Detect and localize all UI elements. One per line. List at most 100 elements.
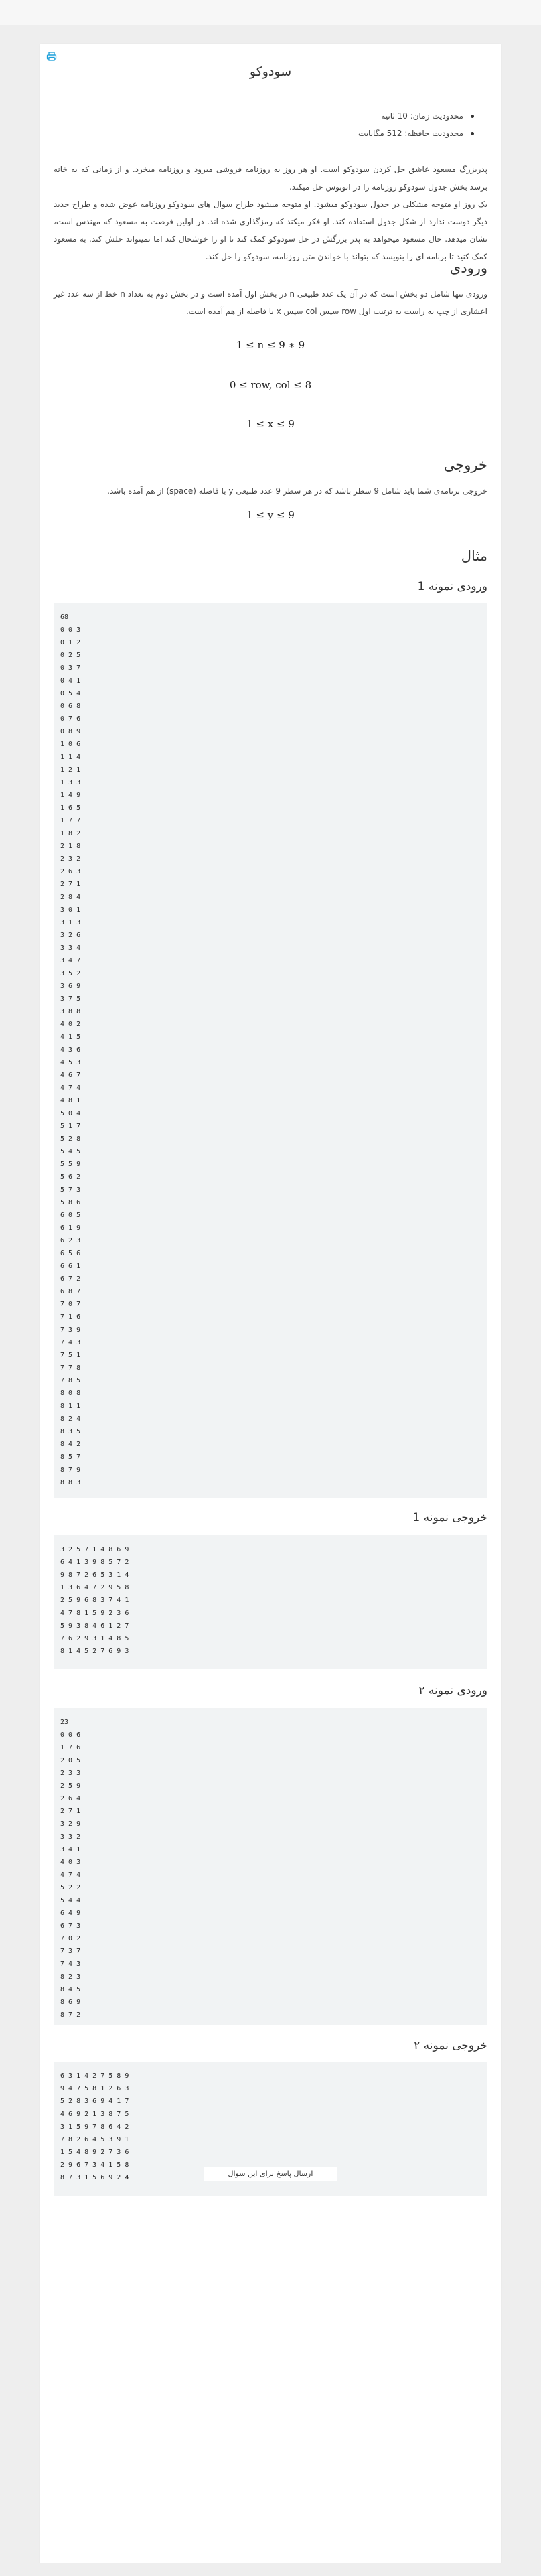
- code-line: 3 6 9: [60, 983, 81, 990]
- code-line: 5 1 7: [60, 1123, 81, 1130]
- code-line: 1 2 1: [60, 766, 81, 774]
- code-line: 8 2 4: [60, 1415, 81, 1423]
- code-line: 2 3 2: [60, 855, 81, 863]
- input-constraint-rowcol: 0 ≤ row, col ≤ 8: [229, 379, 312, 391]
- code-line: 6 0 5: [60, 1212, 81, 1219]
- code-line: 8 4 5: [60, 1986, 81, 1993]
- code-line: 2 7 1: [60, 881, 81, 888]
- code-line: 2 6 4: [60, 1795, 81, 1802]
- output-constraint-y: 1 ≤ y ≤ 9: [246, 509, 295, 521]
- code-line: 3 2 6: [60, 932, 81, 939]
- code-line: 7 3 7: [60, 1948, 81, 1955]
- sample-input-1-heading: ورودی نمونه 1: [417, 580, 487, 593]
- code-line: 0 0 6: [60, 1731, 81, 1739]
- bottom-bar: [0, 2563, 541, 2576]
- code-line: 0 6 8: [60, 703, 81, 710]
- problem-card: سودوکو محدودیت زمان: 10 ثانیه محدودیت حا…: [40, 44, 501, 2576]
- example-heading: مثال: [461, 548, 487, 564]
- code-line: 3 1 3: [60, 919, 81, 926]
- code-line: 0 7 6: [60, 715, 81, 723]
- code-line: 6 8 7: [60, 1288, 81, 1295]
- sample-output-2-heading: خروجی نمونه ۲: [414, 2039, 487, 2052]
- code-line: 2 3 3: [60, 1770, 81, 1777]
- code-line: 2 7 1: [60, 1808, 81, 1815]
- code-line: 23: [60, 1719, 69, 1726]
- code-line: 4 0 2: [60, 1021, 81, 1028]
- code-line: 5 2 8 3 6 9 4 1 7: [60, 2098, 129, 2105]
- code-line: 8 8 3: [60, 1479, 81, 1486]
- submit-answer-button[interactable]: ارسال پاسخ برای این سوال: [204, 2167, 337, 2181]
- output-description: خروجی برنامه‌ی شما باید شامل 9 سطر باشد …: [107, 486, 487, 496]
- code-line: 5 7 3: [60, 1186, 81, 1194]
- code-line: 8 7 2: [60, 2011, 81, 2019]
- printer-icon[interactable]: [46, 51, 57, 61]
- code-line: 4 0 3: [60, 1859, 81, 1866]
- code-line: 5 4 5: [60, 1148, 81, 1155]
- code-line: 8 1 4 5 2 7 6 9 3: [60, 1648, 129, 1655]
- code-line: 6 6 1: [60, 1263, 81, 1270]
- code-line: 1 1 4: [60, 754, 81, 761]
- code-line: 0 3 7: [60, 664, 81, 672]
- sample-input-2[interactable]: 23 0 0 6 1 7 6 2 0 5 2 3 3 2 5 9 2 6 4 2 7 1 3 2…: [54, 1708, 487, 2025]
- code-line: 1 0 6: [60, 741, 81, 748]
- code-line: 1 7 7: [60, 817, 81, 825]
- code-line: 9 4 7 5 8 1 2 6 3: [60, 2085, 129, 2092]
- sample-input-1[interactable]: 68 0 0 3 0 1 2 0 2 5 0 3 7 0 4 1 0 5 4 0 6 8 0 7…: [54, 603, 487, 1498]
- statement-paragraph-1: پدربزرگ مسعود عاشق حل کردن سودوکو است. ا…: [54, 165, 487, 192]
- code-line: 8 7 9: [60, 1466, 81, 1474]
- code-line: 0 1 2: [60, 639, 81, 646]
- code-line: 3 2 5 7 1 4 8 6 9: [60, 1546, 129, 1553]
- code-line: 7 8 2 6 4 5 3 9 1: [60, 2136, 129, 2143]
- input-description: ورودی تنها شامل دو بخش است که در آن یک ع…: [54, 289, 487, 316]
- code-line: 8 3 5: [60, 1428, 81, 1435]
- code-line: 0 5 4: [60, 690, 81, 697]
- code-line: 5 4 4: [60, 1897, 81, 1904]
- code-line: 7 8 5: [60, 1377, 81, 1384]
- sample-output-1-heading: خروجی نمونه 1: [412, 1511, 487, 1524]
- code-line: 5 8 6: [60, 1199, 81, 1206]
- code-line: 7 0 2: [60, 1935, 81, 1942]
- sample-output-1[interactable]: 3 2 5 7 1 4 8 6 9 6 4 1 3 9 8 5 7 2 9 8 7 …: [54, 1535, 487, 1669]
- code-line: 5 2 8: [60, 1135, 81, 1143]
- code-line: 4 8 1: [60, 1097, 81, 1104]
- code-line: 3 5 2: [60, 970, 81, 977]
- code-line: 5 9 3 8 4 6 1 2 7: [60, 1622, 129, 1630]
- code-line: 0 2 5: [60, 652, 81, 659]
- code-line: 4 5 3: [60, 1059, 81, 1066]
- code-line: 1 5 4 8 9 2 7 3 6: [60, 2149, 129, 2156]
- sample-input-2-heading: ورودی نمونه ۲: [418, 1684, 487, 1697]
- code-line: 4 6 9 2 1 3 8 7 5: [60, 2110, 129, 2118]
- code-line: 8 1 1: [60, 1403, 81, 1410]
- limits-list: محدودیت زمان: 10 ثانیه محدودیت حافظه: 51…: [277, 107, 478, 142]
- code-line: 7 4 3: [60, 1960, 81, 1968]
- code-line: 1 4 9: [60, 792, 81, 799]
- code-line: 5 5 9: [60, 1161, 81, 1168]
- statement-paragraph-2: یک روز او متوجه مشکلی در جدول سودوکو میش…: [54, 200, 487, 261]
- input-heading: ورودی: [449, 260, 487, 276]
- code-line: 8 5 7: [60, 1453, 81, 1461]
- code-line: 7 4 3: [60, 1339, 81, 1346]
- code-line: 3 0 1: [60, 906, 81, 914]
- code-line: 6 4 9: [60, 1910, 81, 1917]
- code-line: 4 3 6: [60, 1046, 81, 1054]
- input-constraint-x: 1 ≤ x ≤ 9: [246, 418, 295, 430]
- code-line: 3 2 9: [60, 1820, 81, 1828]
- code-line: 6 3 1 4 2 7 5 8 9: [60, 2072, 129, 2080]
- code-line: 6 5 6: [60, 1250, 81, 1257]
- top-bar: [0, 0, 541, 25]
- code-line: 3 1 5 9 7 8 6 4 2: [60, 2123, 129, 2131]
- code-line: 3 3 4: [60, 944, 81, 952]
- code-line: 0 8 9: [60, 728, 81, 735]
- code-line: 9 8 7 2 6 5 3 1 4: [60, 1571, 129, 1579]
- code-line: 1 8 2: [60, 830, 81, 837]
- code-line: 4 6 7: [60, 1072, 81, 1079]
- code-line: 4 7 4: [60, 1084, 81, 1092]
- input-constraint-n: 1 ≤ n ≤ 9 ∗ 9: [236, 339, 305, 351]
- code-line: 5 0 4: [60, 1110, 81, 1117]
- code-line: 3 8 8: [60, 1008, 81, 1015]
- code-line: 5 2 2: [60, 1884, 81, 1891]
- code-line: 1 3 6 4 7 2 9 5 8: [60, 1584, 129, 1591]
- code-line: 1 6 5: [60, 804, 81, 812]
- code-line: 1 7 6: [60, 1744, 81, 1751]
- code-line: 6 1 9: [60, 1224, 81, 1232]
